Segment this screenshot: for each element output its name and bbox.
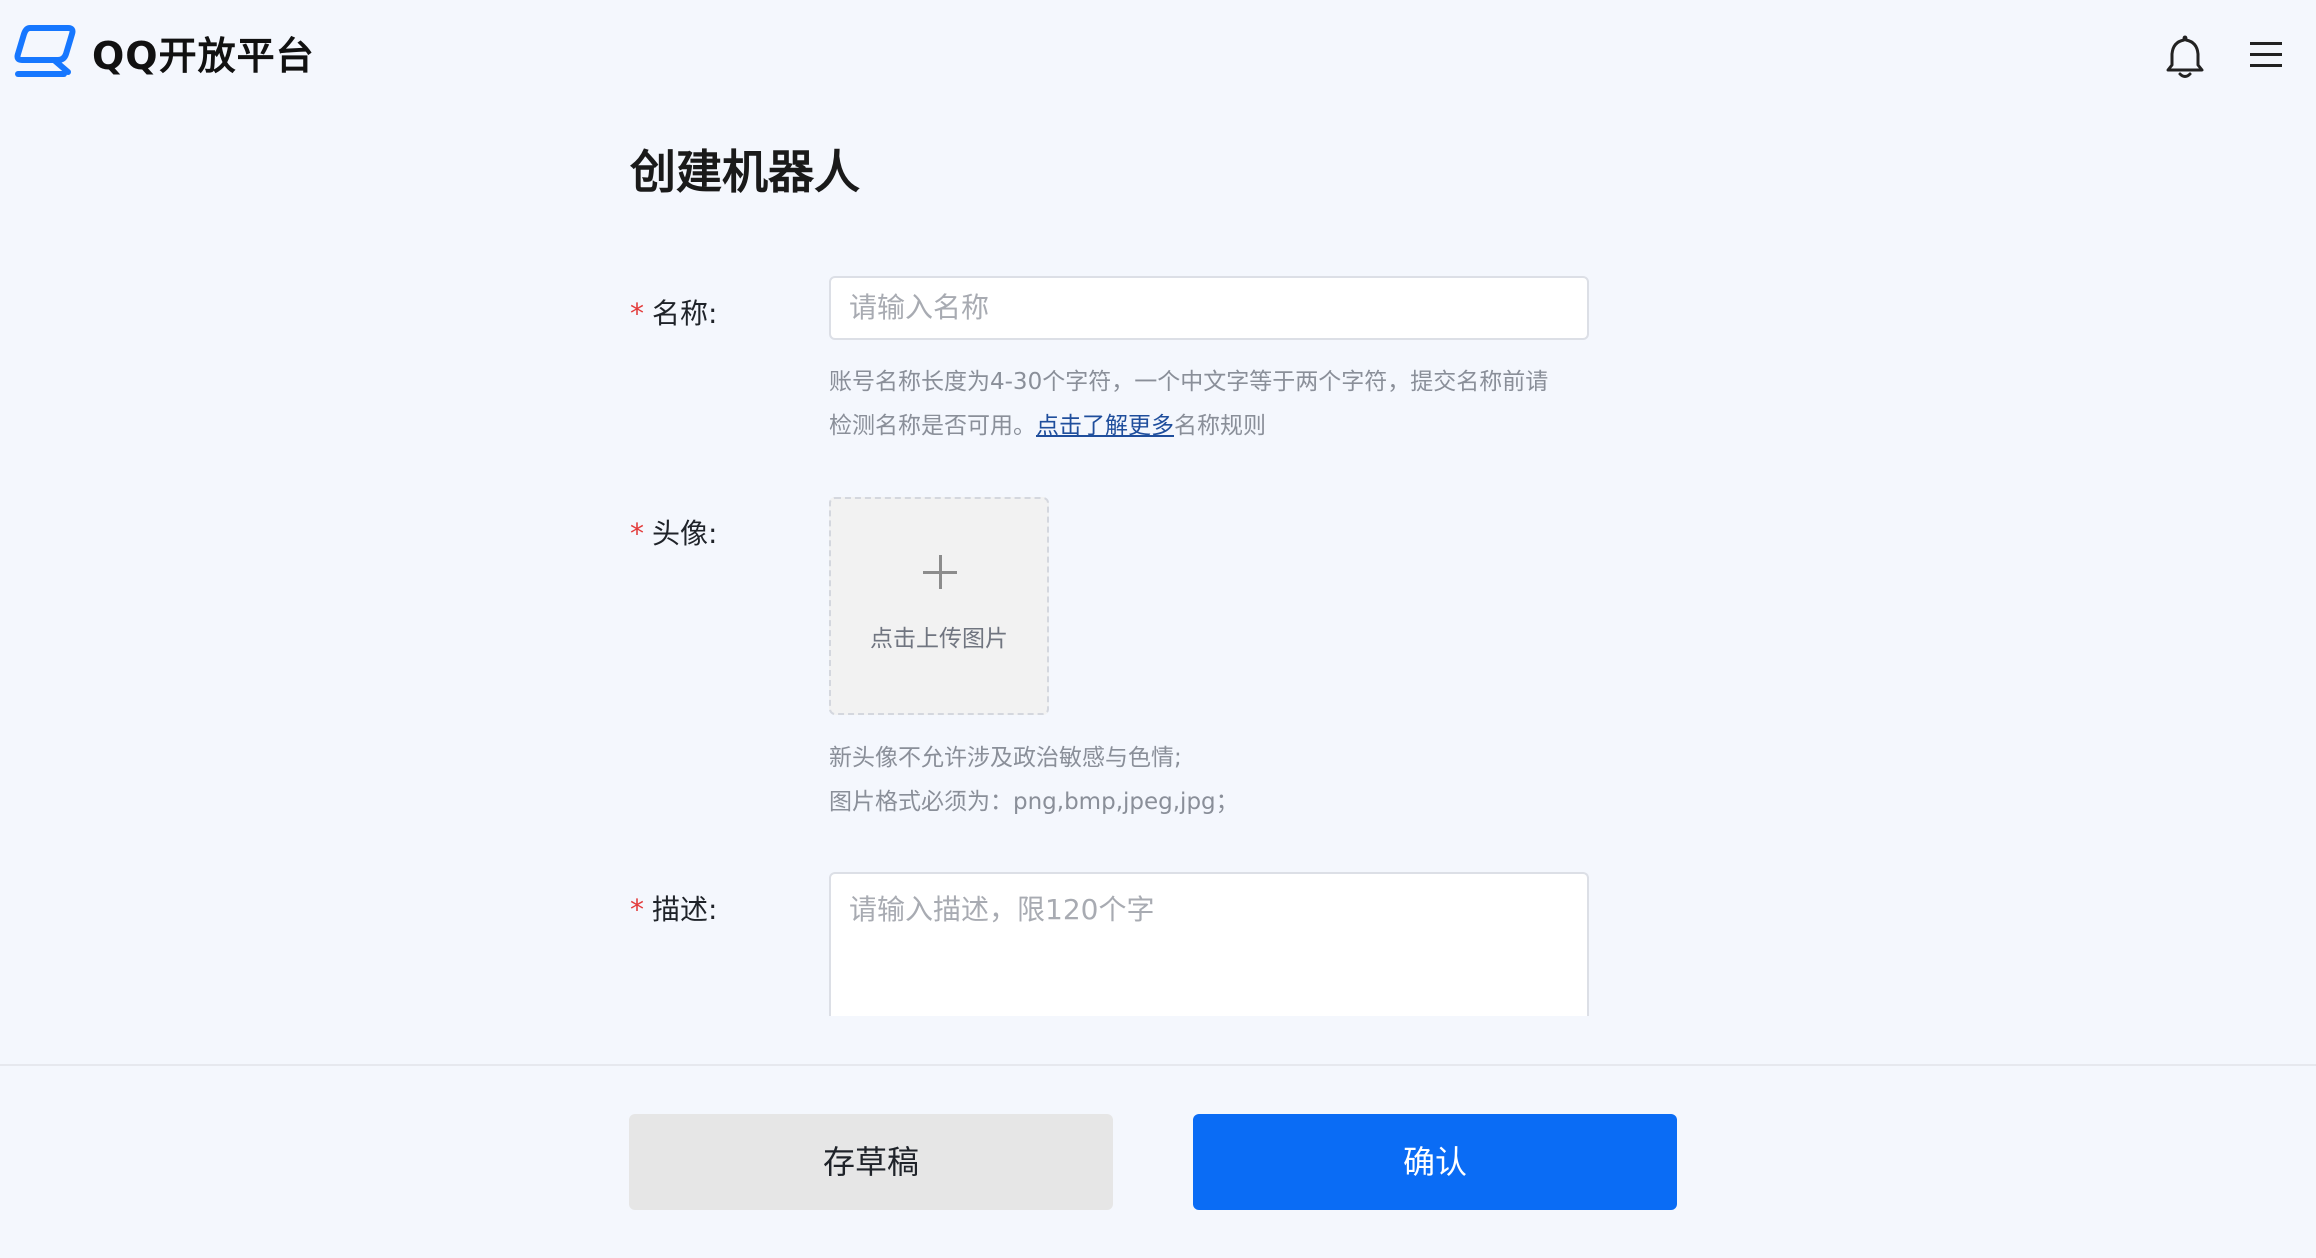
avatar-upload-button[interactable]: 点击上传图片 [829,497,1049,715]
avatar-label-text: 头像: [652,517,718,550]
footer-bar [0,1064,2316,1258]
brand-logo[interactable]: QQ开放平台 [14,24,315,80]
learn-more-link[interactable]: 点击了解更多 [1036,413,1174,439]
name-hint-line1: 账号名称长度为4-30个字符，一个中文字等于两个字符，提交名称前请 [829,369,1549,395]
avatar-hint: 新头像不允许涉及政治敏感与色情; 图片格式必须为：png,bmp,jpeg,jp… [829,736,1239,824]
qq-open-platform-logo-icon [14,25,76,77]
description-label: * 描述: [630,888,717,928]
upload-text: 点击上传图片 [870,626,1008,652]
confirm-button[interactable]: 确认 [1193,1114,1677,1210]
top-header: QQ开放平台 [0,0,2316,110]
page-title: 创建机器人 [630,145,860,199]
brand-name: QQ开放平台 [92,33,315,78]
avatar-label: * 头像: [630,512,717,552]
name-label-text: 名称: [652,297,718,330]
hamburger-menu-icon[interactable] [2248,38,2284,70]
name-hint-prefix: 检测名称是否可用。 [829,413,1036,439]
name-label: * 名称: [630,292,717,332]
name-input[interactable]: 请输入名称 [829,276,1589,340]
bell-icon[interactable] [2164,34,2206,80]
description-textarea[interactable]: 请输入描述，限120个字 [829,872,1589,1016]
plus-icon [923,555,957,589]
required-mark: * [630,297,644,330]
required-mark: * [630,517,644,550]
name-hint-suffix: 名称规则 [1174,413,1266,439]
required-mark: * [630,893,644,926]
description-label-text: 描述: [652,893,718,926]
name-hint: 账号名称长度为4-30个字符，一个中文字等于两个字符，提交名称前请 检测名称是否… [829,360,1609,448]
name-hint-line2: 检测名称是否可用。点击了解更多名称规则 [829,404,1609,448]
create-bot-page: QQ开放平台 创建机器人 * 名称: 请输入名称 账号名称长度为4-30个字符，一… [0,0,2316,1258]
avatar-hint-line2: 图片格式必须为：png,bmp,jpeg,jpg； [829,789,1239,815]
avatar-hint-line1: 新头像不允许涉及政治敏感与色情; [829,745,1182,771]
save-draft-button[interactable]: 存草稿 [629,1114,1113,1210]
